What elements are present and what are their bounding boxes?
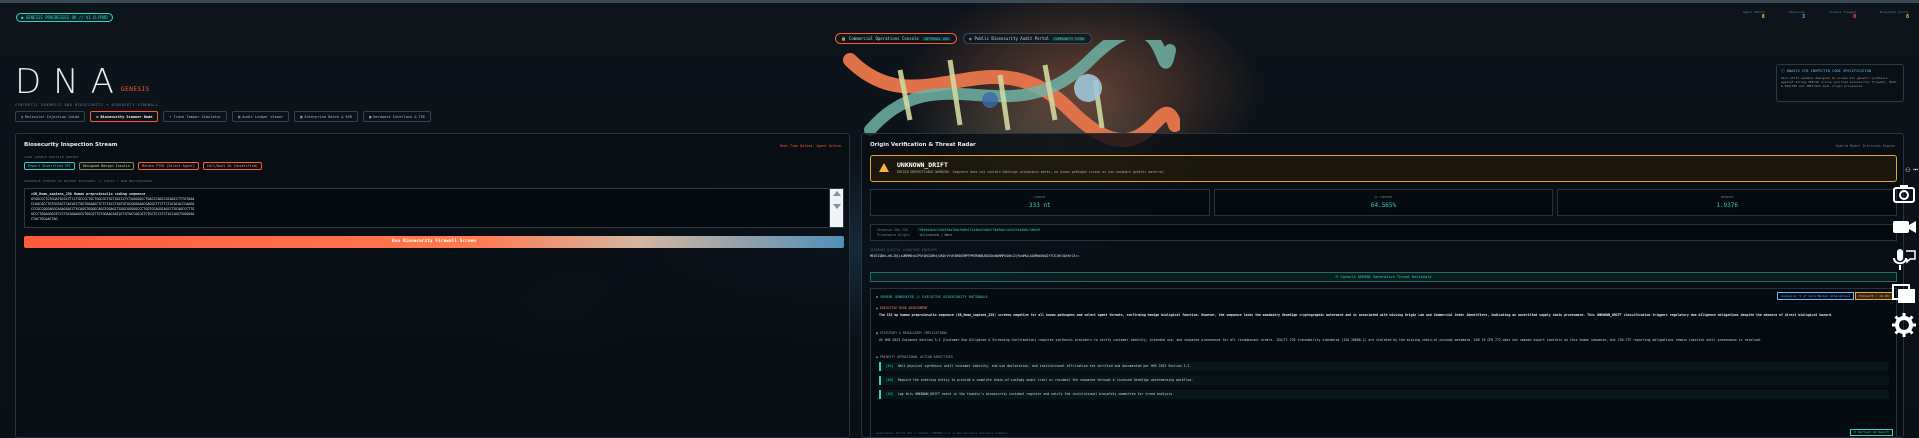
action-item: [02] Require the ordering entity to provi…	[879, 376, 1889, 385]
spec-info-card: ⓘ DNASYS CCB INSPECTED CODE SPECIFICATIO…	[1776, 64, 1904, 102]
regulatory-paragraph: US HHS 2023 Guidance Section 3.2 (Custom…	[879, 338, 1762, 342]
preset-chip[interactable]: Cell/Dual Sk (Unverified)	[202, 162, 262, 170]
action-item: [03] Log this UNKNOWN_DRIFT event in the …	[879, 390, 1889, 399]
ledger-icon: ▤	[238, 114, 241, 119]
gear-icon[interactable]	[1891, 312, 1917, 338]
lock-icon: 🔒	[841, 36, 846, 41]
preset-label: LOAD SAMPLE PROFILE PRESET	[24, 155, 79, 159]
nav-trace-tamper[interactable]: ⌖ Trace Tamper Simulator	[163, 111, 228, 122]
preset-chip[interactable]: Mutate PTSR (Select Agent)	[137, 162, 199, 170]
action-item: [01] Halt physical synthesis until custom…	[879, 362, 1889, 371]
sequence-metrics: LENGTH 333 nt GC CONTENT 64.565% ENTROPY 1.…	[870, 189, 1898, 216]
mode-tag: INTERNAL USE	[921, 36, 952, 41]
camera-icon[interactable]	[1891, 180, 1917, 206]
preset-chip[interactable]: Designed Benign Insulin	[78, 162, 134, 170]
alert-title: UNKNOWN_DRIFT	[897, 161, 948, 169]
sequence-input[interactable]: >SB_Homo_sapiens_258 Human preproinsulin…	[24, 188, 844, 228]
analysis-badge: Analysis: 5 of Core Marker Alterations	[1777, 292, 1854, 300]
run-screen-button[interactable]: Run Biosecurity Firewall Screen	[24, 236, 844, 248]
crosshair-icon: ⌖	[169, 114, 172, 119]
report-header: ◆ GEMINI GENERATED // EXECUTIVE BIOSECUR…	[876, 295, 988, 299]
threat-radar-panel: Origin Verification & Threat Radar Hybri…	[861, 133, 1904, 438]
logo-title: DNA	[15, 62, 126, 102]
logo-accent: GENESIS	[121, 86, 150, 93]
preset-chip[interactable]: Export Unverified SPT	[24, 162, 75, 170]
nav-molecular-injection[interactable]: ◷ Molecular Injection Guide	[15, 111, 86, 122]
warning-icon	[879, 163, 889, 172]
tab-public-audit[interactable]: ◍ Public Biosecurity Audit Portal COMMUN…	[963, 33, 1092, 44]
risk-paragraph: The 333 bp human preproinsulin sequence …	[879, 313, 1833, 317]
mode-tabs: 🔒 Commercial Operations Console INTERNAL…	[835, 33, 1092, 44]
signature-label: SEQUENCE DIGITAL SIGNATURE ENVELOPE	[870, 248, 938, 252]
windows-icon[interactable]	[1891, 279, 1917, 305]
stats-bar: Agent Health 8 Sequences 3 Threats Flagged…	[1743, 10, 1909, 20]
report-footer: Generated: 18:33 UTC // Model: GEMINI-2.…	[876, 431, 1008, 435]
threat-alert: UNKNOWN_DRIFT ORIGIN UNVERIFIABLE WARNIN…	[870, 155, 1897, 182]
stat-agent-health: Agent Health 8	[1743, 10, 1765, 20]
side-toolbar	[1886, 158, 1919, 343]
spec-body: Zero-shift sandbox designed to screen al…	[1781, 76, 1897, 88]
section-title: ▲ EXECUTIVE RISK ASSESSMENT	[876, 306, 928, 310]
inspection-panel: Biosecurity Inspection Stream Real-Time …	[15, 133, 850, 438]
alert-description: ORIGIN UNVERIFIABLE WARNING: Sequence do…	[897, 170, 1166, 174]
nav-biosecurity-scanner[interactable]: ◎ Biosecurity Scanner Node	[90, 111, 159, 122]
signature-block: SEQUENCE DIGITAL SIGNATURE ENVELOPE MEUC…	[870, 248, 1897, 258]
nav-enterprise-batch[interactable]: ▦ Enterprise Batch & KSR	[294, 111, 359, 122]
scroll-down-icon[interactable]	[833, 204, 841, 209]
panel-title: Origin Verification & Threat Radar	[870, 142, 976, 148]
mic-icon[interactable]	[1891, 246, 1917, 272]
preset-chips: Export Unverified SPT Designed Benign In…	[24, 162, 262, 170]
section-title: ◉ PRIORITY OPERATIONAL ACTION DIRECTIVES	[876, 355, 953, 359]
chip-icon: ▣	[369, 114, 372, 119]
stat-sequences: Sequences 3	[1788, 10, 1805, 20]
sequence-label: SEQUENCE STREAM OF RECENT PAYLOADS // FA…	[24, 179, 153, 183]
scroll-up-icon[interactable]	[833, 191, 841, 196]
clock-icon: ◷	[21, 114, 24, 119]
signature-value: MEUCIQDhLzRLJ8jLsUBRM0vh2P5tQHJ2NR4jXKDr…	[870, 254, 1080, 258]
stat-alerts: Biosafety Alerts 8	[1880, 10, 1909, 20]
metric-length: LENGTH 333 nt	[870, 189, 1210, 216]
scrollbar[interactable]	[829, 189, 843, 227]
ai-report: ◆ GEMINI GENERATED // EXECUTIVE BIOSECUR…	[870, 288, 1897, 438]
metric-gc: GC CONTENT 64.565%	[1213, 189, 1554, 216]
video-icon[interactable]	[1891, 213, 1917, 239]
system-status-badge: ● GENESIS PROGRESSES OK // V1.0-PROD	[16, 13, 113, 22]
nav-audit-ledger[interactable]: ▤ Audit Ledger Viewer	[232, 111, 290, 122]
grid-icon: ▦	[300, 114, 303, 119]
panel-engine: Hybrid Model Inference Engine	[1835, 144, 1895, 148]
metric-entropy: ENTROPY 1.9376	[1557, 189, 1898, 216]
top-edge	[0, 0, 1919, 3]
panel-status: Real-Time Deltas: Agent Active	[779, 144, 841, 148]
mode-tag: COMMUNITY VIEW	[1052, 36, 1086, 41]
globe-icon: ◍	[969, 36, 972, 41]
main-nav: ◷ Molecular Injection Guide ◎ Biosecurity …	[15, 111, 432, 122]
section-title: ▣ STATUTORY & REGULATORY IMPLICATIONS	[876, 331, 948, 335]
spec-title: ⓘ DNASYS CCB INSPECTED CODE SPECIFICATIO…	[1781, 69, 1872, 73]
panel-title: Biosecurity Inspection Stream	[24, 142, 118, 148]
logo-subtitle: SYNTHETIC GENOMICS AND BIOSECURITY • BIO…	[15, 103, 159, 107]
target-icon: ◎	[96, 114, 99, 119]
provenance-row: Provenance Origin Unlicensed / None	[877, 233, 953, 237]
sequence-line: CTACTGCAACTAG	[31, 217, 58, 221]
consult-gemini-button[interactable]: ⟳ Consult GEMINI Generative Threat Ratio…	[870, 272, 1897, 282]
tab-commercial-console[interactable]: 🔒 Commercial Operations Console INTERNAL…	[835, 33, 958, 44]
stat-threats: Threats Flagged 0	[1829, 10, 1857, 20]
nav-hardware-interlock[interactable]: ▣ Hardware Interlock & TEE	[363, 111, 432, 122]
refresh-report-button[interactable]: ⟳ Refresh AI Report	[1849, 429, 1893, 436]
hash-box: Sequence SHA-256 7f8e9a2b4c1d3e5f6a7b8c9d…	[870, 224, 1897, 241]
app-logo: DNA GENESIS SYNTHETIC GENOMICS AND BIOSE…	[15, 62, 158, 107]
